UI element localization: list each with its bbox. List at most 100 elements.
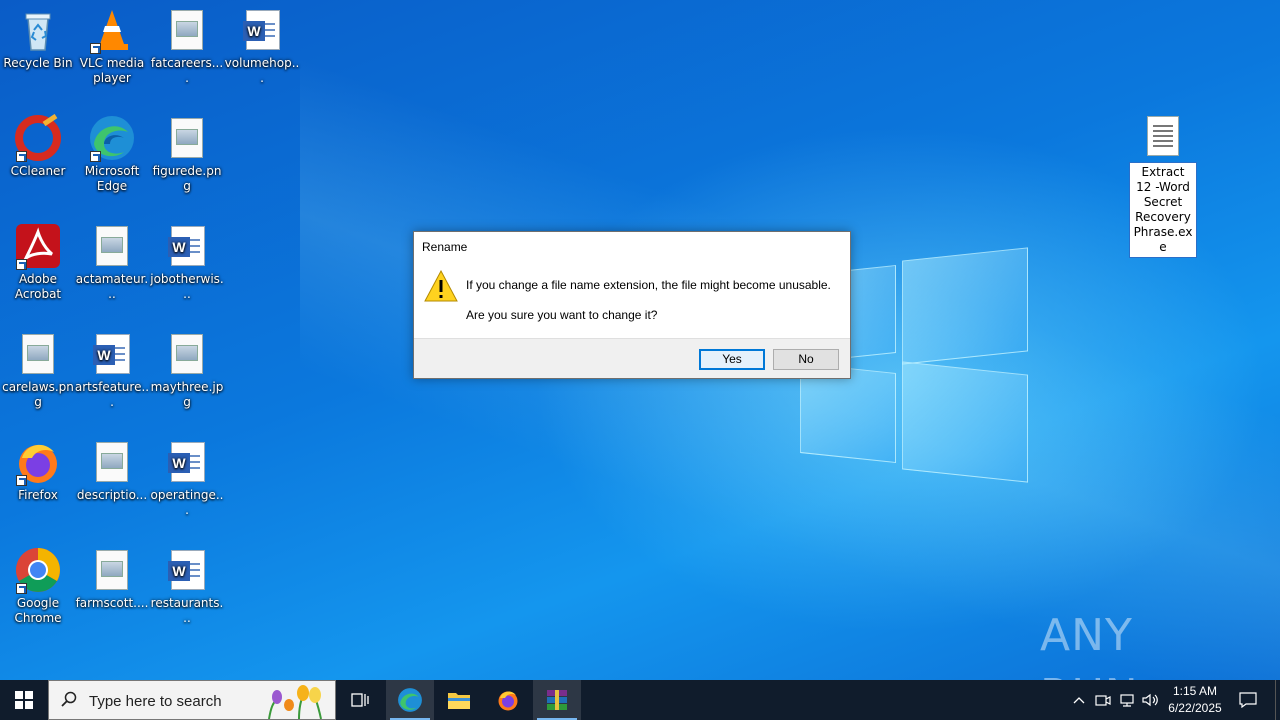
shortcut-arrow-icon <box>90 151 101 162</box>
firefox-icon <box>14 438 62 486</box>
tulips-illustration-icon <box>268 685 322 719</box>
notification-icon <box>1239 692 1257 708</box>
taskbar-clock[interactable]: 1:15 AM 6/22/2025 <box>1160 683 1230 717</box>
edge-icon <box>88 114 136 162</box>
dialog-message: If you change a file name extension, the… <box>466 278 831 292</box>
desktop-icon-label: Adobe Acrobat <box>14 272 62 301</box>
show-desktop-button[interactable] <box>1275 680 1280 720</box>
image-file-icon <box>163 6 211 54</box>
dialog-button-bar: Yes No <box>414 338 850 378</box>
desktop-icon-farmscott[interactable]: farmscott.... <box>74 546 150 611</box>
desktop-icon-maythree[interactable]: maythree.jpg <box>149 330 225 410</box>
winrar-icon <box>547 690 567 710</box>
desktop-icon-label: figurede.png <box>152 164 222 193</box>
anyrun-watermark: ANY RUN <box>1040 606 1240 680</box>
dialog-question: Are you sure you want to change it? <box>466 308 658 322</box>
chrome-icon <box>14 546 62 594</box>
desktop-icon-label: Recycle Bin <box>3 56 73 70</box>
clock-time: 1:15 AM <box>1172 684 1218 698</box>
vlc-cone-icon <box>88 6 136 54</box>
shortcut-arrow-icon <box>16 151 27 162</box>
desktop-icon-label: farmscott.... <box>75 596 149 610</box>
desktop-icon-label: restaurants... <box>150 596 224 625</box>
taskbar-file-explorer[interactable] <box>435 680 483 720</box>
desktop-icon-ccleaner[interactable]: CCleaner <box>0 113 76 179</box>
desktop-icon-label: VLC media player <box>79 56 145 85</box>
desktop-icon-microsoft-edge[interactable]: Microsoft Edge <box>74 114 150 194</box>
word-document-icon: W <box>163 222 211 270</box>
desktop-icon-adobe-acrobat[interactable]: Adobe Acrobat <box>0 222 76 302</box>
shortcut-arrow-icon <box>16 259 27 270</box>
speaker-icon <box>1142 693 1158 707</box>
show-hidden-icons-button[interactable] <box>1068 680 1090 720</box>
word-document-icon: W <box>163 438 211 486</box>
image-file-icon <box>88 222 136 270</box>
word-document-icon: W <box>163 546 211 594</box>
desktop-icon-figurede[interactable]: figurede.png <box>149 114 225 194</box>
desktop-icon-actamateur[interactable]: actamateur... <box>74 222 150 302</box>
action-center-button[interactable] <box>1234 680 1262 720</box>
edge-icon <box>398 688 422 712</box>
desktop-icon-descriptio[interactable]: descriptio... <box>74 438 150 503</box>
desktop-icon-label: CCleaner <box>10 164 66 178</box>
taskbar-firefox[interactable] <box>484 680 532 720</box>
desktop-icon-label: Google Chrome <box>14 596 62 625</box>
generic-file-icon <box>1139 112 1187 160</box>
taskbar-search-box[interactable]: Type here to search <box>48 680 336 720</box>
desktop-icon-google-chrome[interactable]: Google Chrome <box>0 546 76 626</box>
shortcut-arrow-icon <box>16 583 27 594</box>
tray-volume[interactable] <box>1140 680 1162 720</box>
word-document-icon: W <box>88 330 136 378</box>
no-button[interactable]: No <box>773 349 839 370</box>
task-view-icon <box>351 693 369 707</box>
desktop-icon-volumehop[interactable]: W volumehop... <box>224 6 300 86</box>
desktop-icon-extract-exe[interactable]: Extract 12 -Word Secret Recovery Phrase.… <box>1129 112 1197 258</box>
network-icon <box>1120 694 1134 707</box>
rename-text-box[interactable]: Extract 12 -Word Secret Recovery Phrase.… <box>1129 162 1197 258</box>
desktop-icon-label: Microsoft Edge <box>84 164 140 193</box>
desktop-icon-label: volumehop... <box>224 56 300 85</box>
image-file-icon <box>14 330 62 378</box>
tray-meet-now[interactable] <box>1092 680 1114 720</box>
desktop-icon-label: operatinge... <box>150 488 224 517</box>
image-file-icon <box>163 330 211 378</box>
desktop-icon-recycle-bin[interactable]: Recycle Bin <box>0 6 76 71</box>
task-view-button[interactable] <box>336 680 384 720</box>
ccleaner-icon <box>14 113 62 162</box>
dialog-title: Rename <box>422 240 468 254</box>
desktop-icon-label: maythree.jpg <box>150 380 224 409</box>
shortcut-arrow-icon <box>16 475 27 486</box>
desktop-icon-jobotherwis[interactable]: W jobotherwis... <box>149 222 225 302</box>
folder-icon <box>448 693 470 709</box>
desktop-icon-vlc[interactable]: VLC media player <box>74 6 150 86</box>
desktop-icon-fatcareers[interactable]: fatcareers.... <box>149 6 225 86</box>
word-document-icon: W <box>238 6 286 54</box>
recycle-bin-icon <box>14 6 62 54</box>
desktop-icon-label: artsfeature... <box>74 380 150 409</box>
chevron-up-icon <box>1073 697 1085 704</box>
desktop-icon-label: Firefox <box>18 488 58 502</box>
yes-button[interactable]: Yes <box>699 349 765 370</box>
firefox-icon <box>498 691 518 711</box>
desktop-icon-artsfeature[interactable]: W artsfeature... <box>74 330 150 410</box>
shortcut-arrow-icon <box>90 43 101 54</box>
desktop-icon-label: actamateur... <box>75 272 149 301</box>
search-placeholder: Type here to search <box>89 693 222 710</box>
taskbar-winrar[interactable] <box>533 680 581 720</box>
watermark-text: ANY RUN <box>1040 610 1138 680</box>
clock-date: 6/22/2025 <box>1168 701 1222 715</box>
start-button[interactable] <box>0 680 48 720</box>
windows-start-icon <box>15 691 33 709</box>
desktop-icon-firefox[interactable]: Firefox <box>0 438 76 503</box>
taskbar: Type here to search 1:15 AM 6/22/2025 <box>0 680 1280 720</box>
desktop-icon-operatinge[interactable]: W operatinge... <box>149 438 225 518</box>
desktop-icon-carelaws[interactable]: carelaws.png <box>0 330 76 410</box>
desktop-icon-label: jobotherwis... <box>150 272 224 301</box>
image-file-icon <box>88 546 136 594</box>
image-file-icon <box>163 114 211 162</box>
tray-network[interactable] <box>1116 680 1138 720</box>
taskbar-edge[interactable] <box>386 680 434 720</box>
search-icon <box>61 691 77 707</box>
desktop-icon-restaurants[interactable]: W restaurants... <box>149 546 225 626</box>
desktop-icon-label: descriptio... <box>76 488 148 502</box>
